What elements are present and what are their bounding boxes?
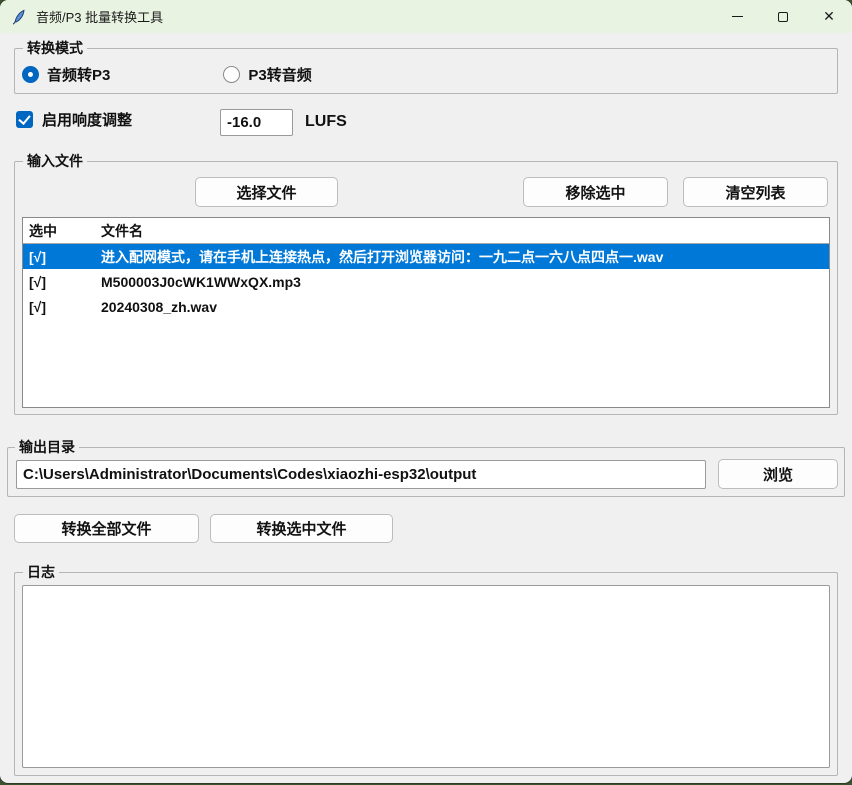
convert-selected-button[interactable]: 转换选中文件 [210, 514, 393, 543]
radio-selected-icon [22, 66, 39, 83]
app-window: 音频/P3 批量转换工具 ✕ 转换模式 音频转P3 P3转音频 启用响度调整 L… [0, 0, 852, 783]
clear-list-button[interactable]: 清空列表 [683, 177, 828, 207]
output-group-label: 输出目录 [15, 439, 79, 456]
row-check-cell: [√] [23, 274, 101, 290]
loudness-checkbox-label[interactable]: 启用响度调整 [42, 109, 132, 130]
log-group-label: 日志 [23, 564, 59, 581]
log-textarea[interactable] [22, 585, 830, 768]
output-path-input[interactable]: C:\Users\Administrator\Documents\Codes\x… [16, 460, 706, 489]
select-files-button[interactable]: 选择文件 [195, 177, 338, 207]
window-controls: ✕ [714, 0, 852, 33]
lufs-unit-label: LUFS [305, 113, 347, 131]
checkbox-checked-icon[interactable] [16, 111, 33, 128]
input-group-label: 输入文件 [23, 153, 87, 170]
file-table-header: 选中 文件名 [23, 218, 829, 244]
minimize-button[interactable] [714, 0, 760, 33]
radio-audio-to-p3-label: 音频转P3 [47, 64, 110, 85]
radio-audio-to-p3[interactable]: 音频转P3 [22, 64, 110, 85]
table-row[interactable]: [√] M500003J0cWK1WWxQX.mp3 [23, 269, 829, 294]
table-row[interactable]: [√] 20240308_zh.wav [23, 294, 829, 319]
maximize-button[interactable] [760, 0, 806, 33]
row-filename-cell: M500003J0cWK1WWxQX.mp3 [101, 274, 829, 290]
file-table: 选中 文件名 [√] 进入配网模式，请在手机上连接热点，然后打开浏览器访问：一九… [22, 217, 830, 408]
header-filename[interactable]: 文件名 [101, 221, 829, 241]
row-check-cell: [√] [23, 299, 101, 315]
radio-p3-to-audio[interactable]: P3转音频 [223, 64, 311, 85]
lufs-value-input[interactable] [220, 109, 293, 136]
loudness-checkbox-row: 启用响度调整 [16, 109, 132, 130]
row-check-cell: [√] [23, 249, 101, 265]
python-feather-icon [11, 9, 27, 25]
header-checked[interactable]: 选中 [23, 221, 101, 241]
browse-button[interactable]: 浏览 [718, 459, 838, 489]
close-icon: ✕ [823, 8, 835, 25]
remove-selected-button[interactable]: 移除选中 [523, 177, 668, 207]
radio-p3-to-audio-label: P3转音频 [248, 64, 311, 85]
table-row[interactable]: [√] 进入配网模式，请在手机上连接热点，然后打开浏览器访问：一九二点一六八点四… [23, 244, 829, 269]
radio-unselected-icon [223, 66, 240, 83]
minimize-icon [732, 16, 743, 17]
row-filename-cell: 20240308_zh.wav [101, 299, 829, 315]
window-title: 音频/P3 批量转换工具 [36, 7, 163, 26]
title-bar: 音频/P3 批量转换工具 ✕ [0, 0, 852, 33]
row-filename-cell: 进入配网模式，请在手机上连接热点，然后打开浏览器访问：一九二点一六八点四点一.w… [101, 247, 829, 267]
mode-radio-row: 音频转P3 P3转音频 [22, 64, 312, 85]
close-button[interactable]: ✕ [806, 0, 852, 33]
convert-all-button[interactable]: 转换全部文件 [14, 514, 199, 543]
mode-group-label: 转换模式 [23, 40, 87, 57]
maximize-icon [778, 12, 788, 22]
